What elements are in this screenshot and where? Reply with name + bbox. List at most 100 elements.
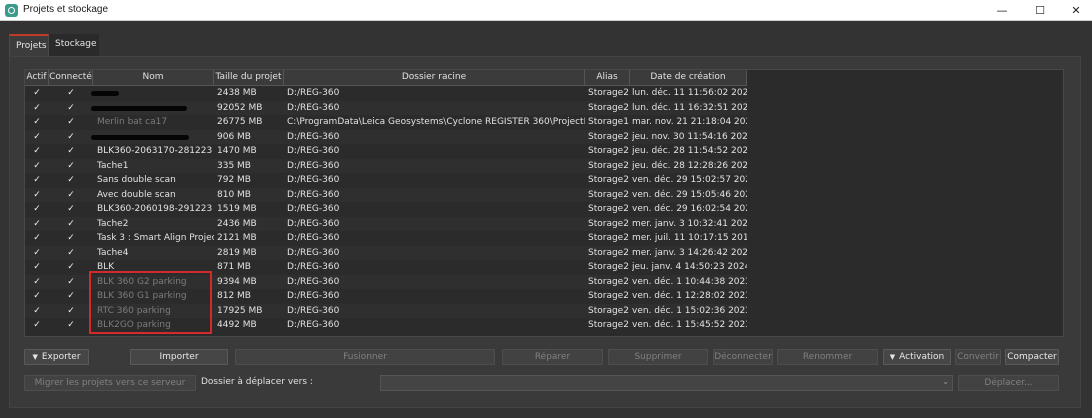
cell-actif[interactable]: ✓	[25, 217, 49, 232]
column-header-alias[interactable]: Alias	[585, 70, 630, 86]
cell-date: ven. déc. 29 16:02:54 2023	[632, 204, 747, 214]
maximize-button[interactable]: ☐	[1022, 0, 1058, 21]
cell-connecte[interactable]: ✓	[49, 173, 93, 188]
chevron-down-icon: ⌄	[942, 377, 949, 386]
cell-actif[interactable]: ✓	[25, 202, 49, 217]
repair-button[interactable]: Réparer	[502, 349, 603, 365]
cell-alias: Storage2	[588, 305, 629, 316]
cell-dossier: D:/REG-360	[287, 88, 340, 98]
cell-dossier: D:/REG-360	[287, 320, 340, 330]
cell-actif[interactable]: ✓	[25, 115, 49, 130]
table-row[interactable]: ✓ ✓ Tache2 2436 MB D:/REG-360 Storage2 mer. ja…	[25, 216, 747, 232]
table-row[interactable]: ✓ ✓ Sans double scan 792 MB D:/REG-360 Storag…	[25, 173, 747, 188]
cell-dossier: D:/REG-360	[287, 146, 340, 156]
table-row[interactable]: ✓ ✓ 2438 MB D:/REG-360 Storage2 lun. déc. 11 …	[25, 86, 747, 101]
cell-nom: Tache1	[97, 160, 129, 171]
redacted-name-bar	[91, 134, 189, 140]
delete-button[interactable]: Supprimer	[608, 349, 708, 365]
destination-folder-label: Dossier à déplacer vers :	[201, 377, 313, 387]
cell-alias: Storage2	[588, 189, 629, 200]
cell-actif[interactable]: ✓	[25, 86, 49, 101]
cell-connecte[interactable]: ✓	[49, 231, 93, 246]
cell-actif[interactable]: ✓	[25, 275, 49, 290]
column-header-date[interactable]: Date de création	[630, 70, 747, 86]
table-row[interactable]: ✓ ✓ BLK360-2063170-281223 1470 MB D:/REG-360…	[25, 144, 747, 159]
close-button[interactable]: ✕	[1058, 0, 1092, 21]
cell-actif[interactable]: ✓	[25, 289, 49, 304]
cell-connecte[interactable]: ✓	[49, 159, 93, 174]
cell-actif[interactable]: ✓	[25, 304, 49, 319]
cell-actif[interactable]: ✓	[25, 246, 49, 261]
cell-actif[interactable]: ✓	[25, 159, 49, 174]
table-row[interactable]: ✓ ✓ Tache4 2819 MB D:/REG-360 Storage2 mer. ja…	[25, 245, 747, 261]
cell-connecte[interactable]: ✓	[49, 260, 93, 275]
cell-actif[interactable]: ✓	[25, 188, 49, 203]
cell-connecte[interactable]: ✓	[49, 304, 93, 319]
cell-connecte[interactable]: ✓	[49, 275, 93, 290]
cell-date: mer. juil. 11 10:17:15 2018	[632, 233, 747, 243]
cell-nom: Tache4	[97, 247, 129, 258]
cell-date: jeu. nov. 30 11:54:16 2023	[632, 131, 747, 142]
compact-button[interactable]: Compacter	[1005, 349, 1059, 365]
export-button[interactable]: ▼ Exporter	[24, 349, 89, 365]
cell-connecte[interactable]: ✓	[49, 217, 93, 232]
cell-connecte[interactable]: ✓	[49, 202, 93, 217]
cell-date: mer. janv. 3 14:26:42 2024	[632, 247, 747, 258]
cell-actif[interactable]: ✓	[25, 144, 49, 159]
column-header-nom[interactable]: Nom	[93, 70, 214, 86]
dropdown-caret-icon: ▼	[32, 353, 38, 361]
cell-connecte[interactable]: ✓	[49, 289, 93, 304]
destination-folder-dropdown[interactable]: ⌄	[380, 375, 953, 391]
cell-connecte[interactable]: ✓	[49, 144, 93, 159]
cell-actif[interactable]: ✓	[25, 130, 49, 145]
cell-taille: 871 MB	[217, 262, 251, 272]
cell-date: ven. déc. 1 10:44:38 2023	[632, 276, 747, 287]
cell-date: ven. déc. 1 15:02:36 2023	[632, 305, 747, 316]
cell-nom: Task 3 : Smart Align Project	[97, 233, 214, 243]
column-header-dossier[interactable]: Dossier racine	[284, 70, 585, 86]
column-header-actif[interactable]: Actif	[25, 70, 49, 86]
cell-date: ven. déc. 29 15:05:46 2023	[632, 189, 747, 200]
cell-date: mar. nov. 21 21:18:04 2023	[632, 117, 747, 127]
cell-connecte[interactable]: ✓	[49, 246, 93, 261]
cell-nom: BLK360-2063170-281223	[97, 146, 213, 156]
cell-actif[interactable]: ✓	[25, 101, 49, 116]
cell-actif[interactable]: ✓	[25, 260, 49, 275]
convert-button[interactable]: Convertir	[955, 349, 1001, 365]
table-row[interactable]: ✓ ✓ BLK360-2060198-291223 1519 MB D:/REG-360…	[25, 202, 747, 217]
cell-nom: Avec double scan	[97, 189, 176, 200]
table-row[interactable]: ✓ ✓ Tache1 335 MB D:/REG-360 Storage2 jeu. déc…	[25, 158, 747, 174]
cell-alias: Storage2	[588, 233, 629, 243]
move-button[interactable]: Déplacer...	[958, 375, 1059, 391]
table-row[interactable]: ✓ ✓ 92052 MB D:/REG-360 Storage2 lun. déc. 11…	[25, 100, 747, 116]
cell-alias: Storage2	[588, 276, 629, 287]
cell-date: lun. déc. 11 11:56:02 2023	[632, 88, 747, 98]
tab-projets[interactable]: Projets	[9, 34, 49, 56]
activation-button[interactable]: ▼ Activation	[883, 349, 951, 365]
cell-connecte[interactable]: ✓	[49, 101, 93, 116]
cell-actif[interactable]: ✓	[25, 318, 49, 333]
disconnect-button[interactable]: Déconnecter	[713, 349, 773, 365]
cell-taille: 906 MB	[217, 131, 251, 142]
cell-actif[interactable]: ✓	[25, 173, 49, 188]
table-row[interactable]: ✓ ✓ 906 MB D:/REG-360 Storage2 jeu. nov. 30 1…	[25, 129, 747, 145]
column-header-connecte[interactable]: Connecté	[49, 70, 93, 86]
cell-connecte[interactable]: ✓	[49, 318, 93, 333]
column-header-taille[interactable]: Taille du projet	[214, 70, 284, 86]
cell-connecte[interactable]: ✓	[49, 86, 93, 101]
cell-connecte[interactable]: ✓	[49, 115, 93, 130]
cell-connecte[interactable]: ✓	[49, 188, 93, 203]
rename-button[interactable]: Renommer	[777, 349, 878, 365]
tab-stockage[interactable]: Stockage	[49, 34, 99, 56]
migrate-projects-button[interactable]: Migrer les projets vers ce serveur	[24, 375, 196, 391]
table-row[interactable]: ✓ ✓ Merlin bat ca17 26775 MB C:\ProgramData\…	[25, 115, 747, 130]
cell-actif[interactable]: ✓	[25, 231, 49, 246]
import-button[interactable]: Importer	[130, 349, 228, 365]
cell-dossier: D:/REG-360	[287, 276, 340, 287]
merge-button[interactable]: Fusionner	[235, 349, 495, 365]
minimize-button[interactable]: —	[984, 0, 1020, 21]
table-row[interactable]: ✓ ✓ Avec double scan 810 MB D:/REG-360 Storag…	[25, 187, 747, 203]
app-icon	[5, 4, 18, 17]
table-row[interactable]: ✓ ✓ Task 3 : Smart Align Project 2121 MB D:/…	[25, 231, 747, 246]
cell-connecte[interactable]: ✓	[49, 130, 93, 145]
